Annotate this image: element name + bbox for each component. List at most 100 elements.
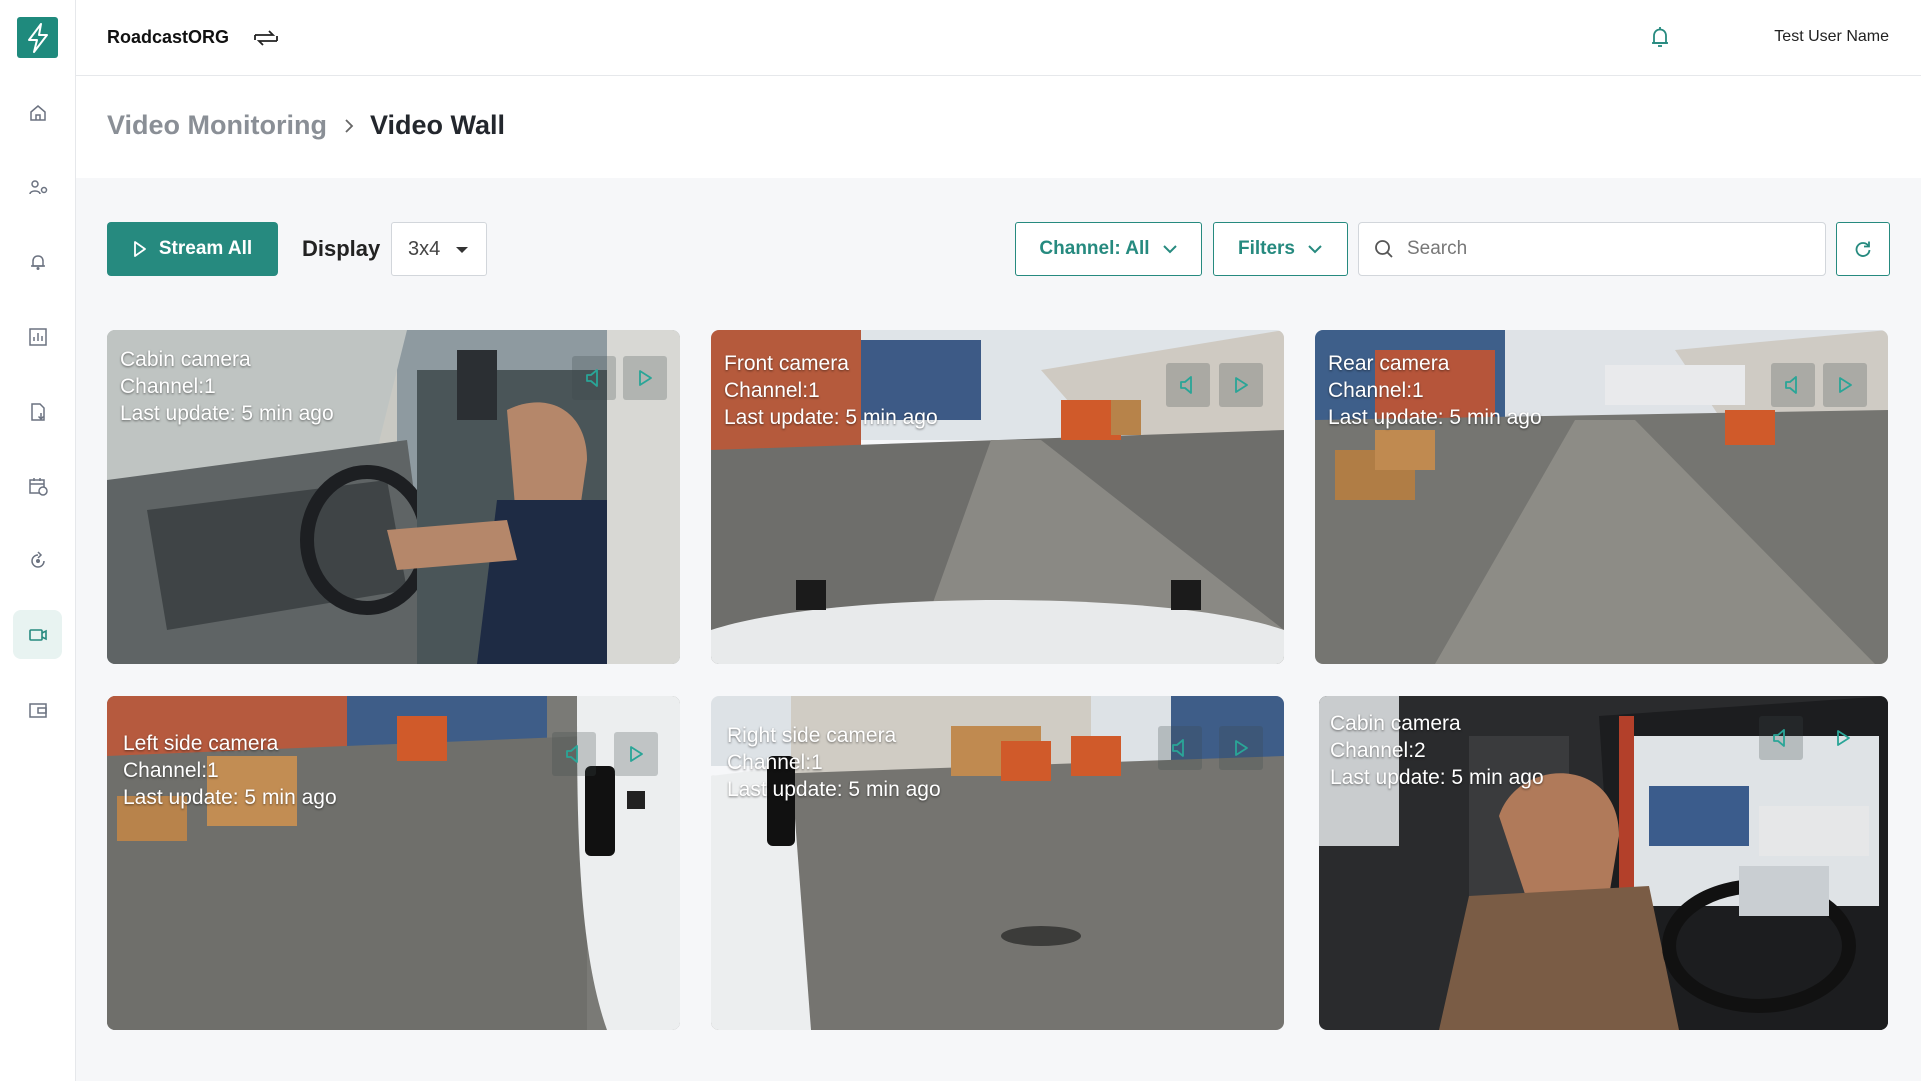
sidebar-item-alerts[interactable] — [13, 237, 62, 286]
play-icon — [1839, 377, 1852, 393]
wallet-icon — [28, 702, 47, 718]
camera-name: Right side camera — [727, 724, 897, 747]
camera-last-update: Last update: 5 min ago — [1330, 766, 1544, 789]
users-settings-icon — [28, 179, 47, 194]
camera-tile[interactable]: Left side camera Channel:1 Last update: … — [107, 696, 680, 1030]
sidebar-item-home[interactable] — [13, 88, 62, 137]
chevron-down-icon — [1308, 245, 1322, 254]
filters-button[interactable]: Filters — [1213, 222, 1348, 276]
top-bar: RoadcastORG Test User Name — [76, 0, 1921, 76]
filters-label: Filters — [1237, 238, 1296, 259]
sidebar-item-schedule[interactable] — [13, 461, 62, 510]
document-download-icon — [30, 402, 45, 421]
chevron-right-icon — [345, 119, 354, 133]
camera-tile[interactable]: Cabin camera Channel:2 Last update: 5 mi… — [1319, 696, 1888, 1030]
alert-bell-icon — [30, 254, 45, 270]
play-button[interactable] — [1823, 363, 1867, 407]
camera-tile[interactable]: Rear camera Channel:1 Last update: 5 min… — [1315, 330, 1888, 664]
camera-last-update: Last update: 5 min ago — [120, 402, 334, 425]
speaker-icon — [1785, 376, 1797, 394]
play-button[interactable] — [614, 732, 658, 776]
camera-name: Front camera — [724, 352, 849, 375]
speaker-icon — [1172, 739, 1184, 757]
play-button[interactable] — [1219, 363, 1263, 407]
camera-channel: Channel:1 — [727, 751, 823, 774]
video-wall-content: Stream All Display 3x4 Channel: All Filt… — [76, 178, 1921, 1081]
sidebar — [0, 0, 76, 1081]
bar-chart-icon — [28, 327, 47, 346]
camera-info: Front camera Channel:1 Last update: 5 mi… — [724, 350, 938, 431]
camera-name: Rear camera — [1328, 352, 1450, 375]
camera-name: Left side camera — [123, 732, 279, 755]
breadcrumb: Video Monitoring Video Wall — [76, 76, 1921, 178]
mute-button[interactable] — [572, 356, 616, 400]
display-label: Display — [302, 236, 381, 261]
sidebar-item-reports[interactable] — [13, 312, 62, 361]
camera-name: Cabin camera — [120, 348, 251, 371]
speaker-icon — [1773, 729, 1785, 747]
play-button[interactable] — [623, 356, 667, 400]
sidebar-item-documents[interactable] — [13, 387, 62, 436]
lightning-logo-icon — [27, 22, 48, 53]
user-name[interactable]: Test User Name — [1774, 28, 1889, 46]
play-icon — [1235, 740, 1248, 756]
camera-channel: Channel:1 — [123, 759, 219, 782]
play-icon — [630, 746, 643, 762]
camera-info: Rear camera Channel:1 Last update: 5 min… — [1328, 350, 1542, 431]
camera-last-update: Last update: 5 min ago — [727, 778, 941, 801]
mute-button[interactable] — [1166, 363, 1210, 407]
speaker-icon — [1180, 376, 1192, 394]
switch-org-icon[interactable] — [251, 26, 281, 50]
play-icon — [639, 370, 652, 386]
channel-filter-label: Channel: All — [1039, 238, 1150, 259]
play-icon — [133, 241, 146, 257]
camera-info: Cabin camera Channel:2 Last update: 5 mi… — [1330, 710, 1544, 791]
refresh-button[interactable] — [1836, 222, 1890, 276]
search-box[interactable] — [1358, 222, 1826, 276]
route-refresh-icon — [30, 550, 45, 568]
camera-info: Cabin camera Channel:1 Last update: 5 mi… — [120, 346, 334, 427]
camera-channel: Channel:2 — [1330, 739, 1426, 762]
stream-all-button[interactable]: Stream All — [107, 222, 278, 276]
breadcrumb-parent-link[interactable]: Video Monitoring — [107, 110, 327, 141]
speaker-icon — [566, 745, 578, 763]
display-layout-select[interactable]: 3x4 — [391, 222, 487, 276]
mute-button[interactable] — [1158, 726, 1202, 770]
camera-channel: Channel:1 — [120, 375, 216, 398]
play-icon — [1837, 730, 1850, 746]
sidebar-item-wallet[interactable] — [13, 685, 62, 734]
camera-channel: Channel:1 — [724, 379, 820, 402]
speaker-icon — [586, 369, 598, 387]
notification-bell-icon[interactable] — [1647, 24, 1673, 52]
chevron-down-icon — [1162, 245, 1177, 254]
channel-filter-button[interactable]: Channel: All — [1015, 222, 1202, 276]
caret-down-icon — [456, 247, 468, 253]
app-logo[interactable] — [17, 17, 58, 58]
search-icon — [1375, 240, 1393, 258]
sidebar-item-video[interactable] — [13, 610, 62, 659]
mute-button[interactable] — [1759, 716, 1803, 760]
camera-tile[interactable]: Cabin camera Channel:1 Last update: 5 mi… — [107, 330, 680, 664]
camera-last-update: Last update: 5 min ago — [1328, 406, 1542, 429]
sidebar-item-users[interactable] — [13, 163, 62, 212]
refresh-icon — [1855, 241, 1871, 257]
camera-info: Left side camera Channel:1 Last update: … — [123, 730, 337, 811]
mute-button[interactable] — [1771, 363, 1815, 407]
page-title: Video Wall — [370, 110, 506, 140]
home-icon — [29, 104, 46, 121]
play-button[interactable] — [1219, 726, 1263, 770]
play-icon — [1235, 377, 1248, 393]
mute-button[interactable] — [552, 732, 596, 776]
calendar-clock-icon — [28, 477, 48, 496]
play-button[interactable] — [1821, 716, 1865, 760]
camera-info: Right side camera Channel:1 Last update:… — [727, 722, 941, 803]
camera-tile[interactable]: Front camera Channel:1 Last update: 5 mi… — [711, 330, 1284, 664]
camera-name: Cabin camera — [1330, 712, 1461, 735]
camera-tile[interactable]: Right side camera Channel:1 Last update:… — [711, 696, 1284, 1030]
camera-last-update: Last update: 5 min ago — [123, 786, 337, 809]
sidebar-item-routes[interactable] — [13, 536, 62, 585]
org-name: RoadcastORG — [107, 27, 230, 47]
video-camera-icon — [28, 628, 47, 641]
search-input[interactable] — [1407, 238, 1807, 260]
camera-last-update: Last update: 5 min ago — [724, 406, 938, 429]
